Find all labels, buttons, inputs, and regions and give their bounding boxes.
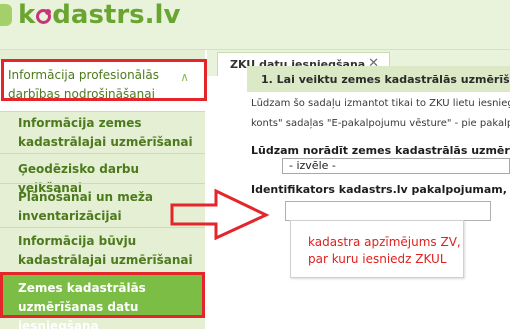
identifier-label: Identifikators kadastrs.lv pakalpojumam,… bbox=[251, 183, 510, 196]
sidebar-item-label: Plānošanai un meža inventarizācijai bbox=[18, 190, 153, 223]
info-text-line2: konts" sadaļas "E-pakalpojumu vēsture" -… bbox=[251, 118, 510, 129]
step-heading: 1. Lai veiktu zemes kadastrālās uzmērīša… bbox=[247, 66, 510, 92]
select-label: Lūdzam norādīt zemes kadastrālās uzmērīš… bbox=[251, 144, 510, 157]
sidebar-item-label: Zemes kadastrālās uzmērīšanas datu iesni… bbox=[18, 281, 146, 329]
callout-line2: par kuru iesniedz ZKUL bbox=[308, 252, 447, 266]
logo-text-k: k bbox=[18, 0, 36, 30]
sidebar-item-label: Informācija būvju kadastrālajai uzmērīša… bbox=[18, 234, 193, 267]
sidebar-item-geodesy[interactable]: Ģeodēzisko darbu veikšanai bbox=[0, 153, 205, 195]
info-text-line1: Lūdzam šo sadaļu izmantot tikai to ZKU l… bbox=[251, 98, 510, 109]
logo-text-rest: dastrs.lv bbox=[52, 0, 181, 30]
annotation-callout: kadastra apzīmējums ZV, par kuru iesnied… bbox=[290, 220, 464, 278]
sidebar-section-professional[interactable]: Informācija profesionālās darbības nodro… bbox=[0, 60, 205, 112]
logo-ring-icon bbox=[36, 8, 52, 24]
sidebar-item-land-survey-info[interactable]: Informācija zemes kadastrālajai uzmērīša… bbox=[0, 111, 205, 153]
chevron-up-icon[interactable]: ∧ bbox=[180, 68, 189, 87]
sidebar-item-label: Informācija zemes kadastrālajai uzmērīša… bbox=[18, 116, 193, 149]
header-bar: k dastrs.lv bbox=[0, 0, 510, 50]
survey-type-select[interactable]: - izvēle - bbox=[282, 158, 510, 174]
sidebar-item-zku-submission[interactable]: Zemes kadastrālās uzmērīšanas datu iesni… bbox=[0, 272, 205, 329]
arrow-right-icon bbox=[170, 188, 270, 240]
logo-mark-icon bbox=[0, 4, 12, 26]
identifier-input[interactable] bbox=[285, 201, 491, 221]
callout-line1: kadastra apzīmējums ZV, bbox=[308, 235, 461, 249]
kadastrs-logo[interactable]: k dastrs.lv bbox=[0, 0, 180, 30]
sidebar-section-label: Informācija profesionālās darbības nodro… bbox=[8, 68, 159, 101]
